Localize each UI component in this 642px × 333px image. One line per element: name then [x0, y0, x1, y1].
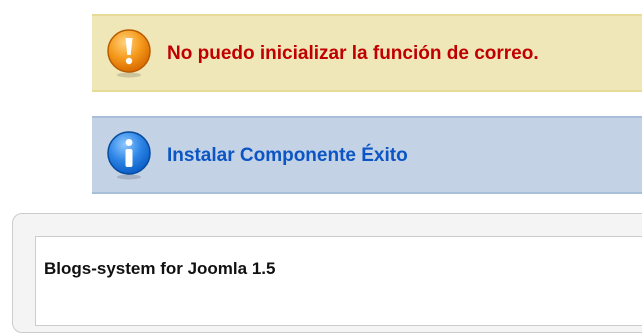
- info-message-text: Instalar Componente Éxito: [167, 144, 408, 166]
- error-message-text: No puedo inicializar la función de corre…: [167, 42, 539, 64]
- info-message: Instalar Componente Éxito: [92, 116, 642, 194]
- component-info-box: [35, 236, 642, 326]
- error-message: No puedo inicializar la función de corre…: [92, 14, 642, 92]
- component-title: Blogs-system for Joomla 1.5: [44, 259, 276, 278]
- warning-icon: [107, 29, 151, 78]
- info-icon: [107, 131, 151, 180]
